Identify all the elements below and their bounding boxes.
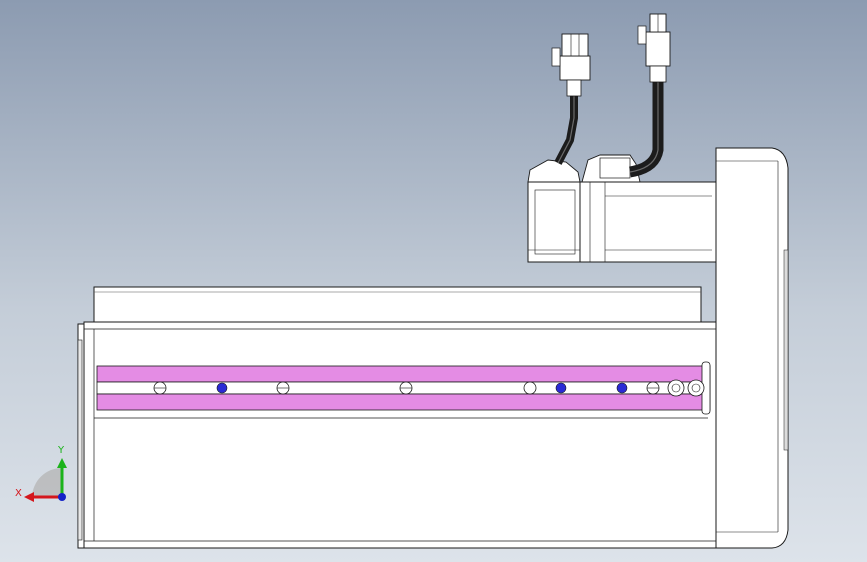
- connector-right-body: [645, 31, 671, 67]
- coordinate-triad: X Y: [15, 445, 67, 502]
- rail-body[interactable]: [83, 321, 717, 549]
- t-slot-upper: [96, 365, 711, 383]
- connector-left-body: [559, 55, 591, 81]
- motor-brake[interactable]: [527, 159, 581, 263]
- slot-ring-inner: [691, 383, 701, 393]
- connector-left-boot: [566, 79, 582, 97]
- connector-right-latch: [637, 25, 647, 45]
- t-slot-lower: [96, 393, 711, 411]
- power-cable[interactable]: [554, 92, 578, 165]
- drive-housing[interactable]: [715, 147, 789, 549]
- brake-top-cap: [527, 159, 581, 183]
- drive-housing-groove: [783, 249, 789, 451]
- cad-viewport[interactable]: X Y: [0, 0, 867, 562]
- linear-actuator[interactable]: [77, 286, 717, 549]
- slot-hole[interactable]: [523, 381, 537, 395]
- connector-left-latch: [551, 47, 561, 67]
- end-cap-left-inner: [77, 339, 83, 541]
- connector-left[interactable]: [551, 33, 591, 97]
- drive-housing-body: [715, 147, 789, 549]
- slot-hole[interactable]: [555, 382, 567, 394]
- connector-right[interactable]: [637, 13, 671, 83]
- brake-inner: [534, 189, 576, 255]
- triad-y-label: Y: [57, 445, 65, 456]
- triad-x-arrow: [24, 492, 34, 502]
- connector-right-boot: [649, 65, 667, 83]
- slot-ring-inner: [671, 383, 681, 393]
- encoder-cable[interactable]: [628, 80, 664, 178]
- triad-y-arrow: [57, 458, 67, 468]
- connector-left-top: [561, 33, 589, 57]
- triad-z-axis: [58, 493, 66, 501]
- slot-hole[interactable]: [216, 382, 228, 394]
- motor-connector-window: [599, 157, 631, 179]
- slot-hole[interactable]: [616, 382, 628, 394]
- triad-x-label: X: [15, 488, 22, 499]
- triad-plane: [32, 467, 62, 497]
